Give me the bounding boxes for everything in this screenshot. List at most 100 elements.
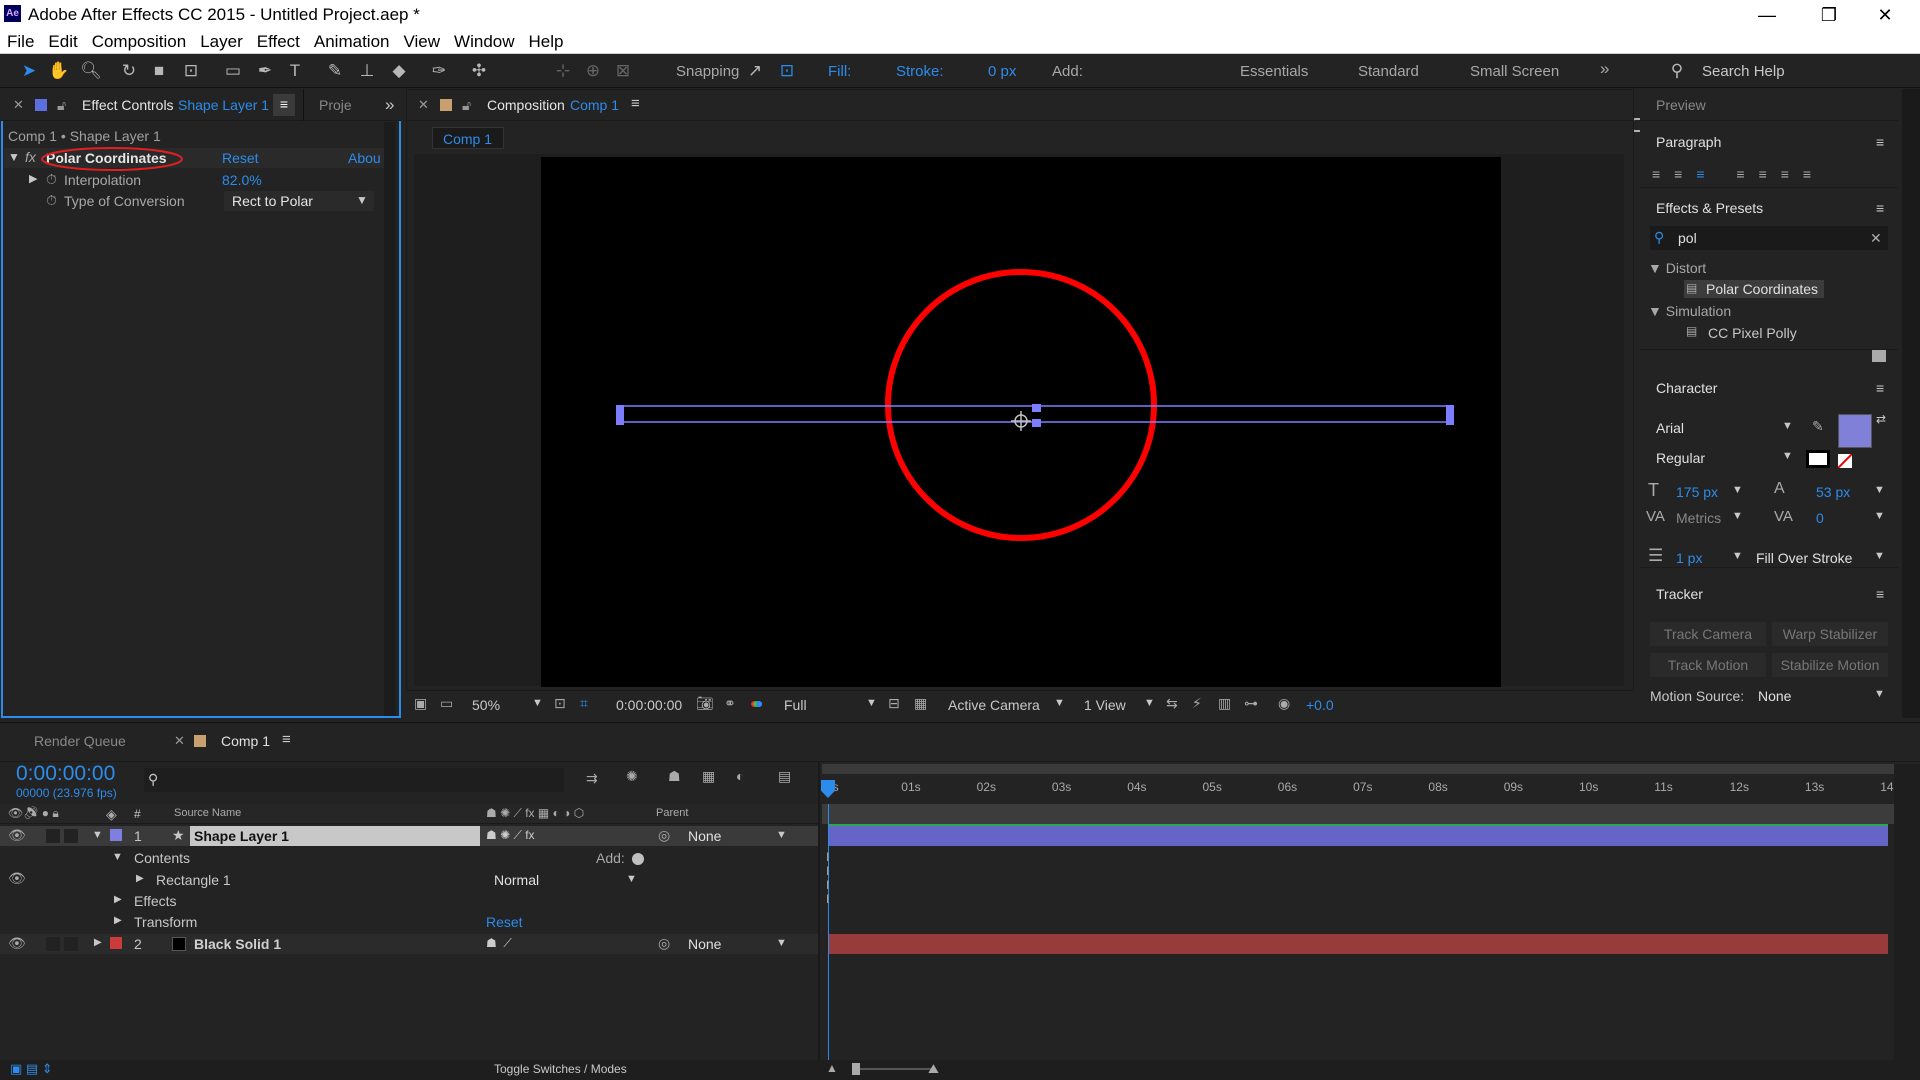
panel-menu-icon[interactable]: ≡ (273, 94, 295, 116)
puppet-pin-tool-icon[interactable]: ✣ (468, 60, 490, 82)
work-area-bar[interactable] (822, 764, 1894, 774)
rectangle-expand-arrow-icon[interactable]: ▶ (136, 873, 144, 884)
motion-source-value[interactable]: None (1758, 688, 1791, 704)
tracker-menu-icon[interactable]: ≡ (1876, 586, 1884, 602)
red-circle-shape[interactable] (885, 269, 1157, 541)
effect-reset-button[interactable]: Reset (222, 150, 259, 166)
workspace-more-icon[interactable]: » (1600, 59, 1609, 79)
camera-chevron-down-icon[interactable]: ▼ (1054, 697, 1065, 709)
new-folder-icon[interactable] (1872, 350, 1886, 362)
stroke-mode-value[interactable]: Fill Over Stroke (1756, 550, 1852, 566)
effect-controls-scrollbar[interactable] (384, 122, 396, 716)
anchor-point-icon[interactable] (1011, 411, 1031, 431)
path-handle-right[interactable] (1446, 405, 1454, 425)
comp-subtab[interactable]: Comp 1 (432, 127, 504, 149)
mask-visibility-icon[interactable]: ⌗ (580, 695, 588, 712)
layer-name-box[interactable]: Shape Layer 1 (190, 826, 480, 846)
effect-expand-arrow-icon[interactable]: ▼ (8, 150, 20, 164)
snap-extend-icon[interactable]: ↗ (744, 60, 766, 82)
zoom-slider-thumb[interactable] (852, 1063, 860, 1075)
world-axis-icon[interactable]: ⊕ (582, 60, 604, 82)
pickwhip-icon-2[interactable]: ◎ (658, 935, 670, 952)
project-tab[interactable]: Proje (319, 97, 352, 113)
timeline-menu-icon[interactable]: ≡ (282, 731, 291, 748)
stroke-size-value[interactable]: 1 px (1676, 550, 1702, 566)
show-snapshot-icon[interactable]: ⚭ (724, 695, 736, 712)
clone-stamp-tool-icon[interactable]: ⊥ (356, 60, 378, 82)
menu-animation[interactable]: Animation (307, 30, 397, 54)
zoom-slider-track[interactable] (852, 1068, 932, 1070)
stopwatch-icon-2[interactable]: ⏱︎ (46, 192, 57, 209)
effects-expand-arrow-icon[interactable]: ▶ (114, 894, 122, 905)
transparency-grid-icon[interactable]: ▦ (914, 695, 927, 712)
exposure-value[interactable]: +0.0 (1306, 697, 1334, 713)
search-icon[interactable]: ⚲ (1666, 60, 1688, 82)
hide-shy-layers-icon[interactable]: ☗ (668, 768, 681, 785)
selection-tool-icon[interactable]: ➤ (18, 60, 40, 82)
timeline-search-input[interactable]: ⚲ (144, 768, 564, 792)
contents-expand-arrow-icon[interactable]: ▼ (112, 851, 123, 863)
font-family-value[interactable]: Arial (1656, 420, 1684, 436)
layer-switches-toggle-icon[interactable]: ▣ ▤ ⇕ (10, 1061, 53, 1077)
font-style-value[interactable]: Regular (1656, 450, 1705, 466)
path-handle-center-bottom[interactable] (1032, 419, 1041, 427)
close-timeline-tab-icon[interactable]: ✕ (174, 733, 185, 749)
timeline-timecode[interactable]: 0:00:00:00 (16, 762, 115, 786)
av-features-icons[interactable]: 👁︎🔊︎ ● 🔒︎ (8, 806, 59, 821)
preview-panel-header[interactable]: Preview (1640, 89, 1898, 121)
layer-2-parent[interactable]: None (688, 936, 721, 952)
warp-stabilizer-button[interactable]: Warp Stabilizer (1772, 622, 1888, 646)
switches-column-icons[interactable]: ☗ ✺ ⟋ fx ▦ ◐ ◑ ⬡ (486, 806, 584, 821)
effects-search-input[interactable]: ⚲ pol ✕ (1650, 226, 1888, 250)
panel-more-icon[interactable]: » (385, 95, 394, 115)
menu-file[interactable]: File (0, 30, 41, 54)
reset-exposure-icon[interactable]: ◉ (1278, 695, 1290, 712)
blend-mode-value[interactable]: Normal (494, 872, 539, 888)
font-size-value[interactable]: 175 px (1676, 484, 1718, 500)
time-navigator[interactable] (822, 804, 1894, 824)
layer-2-expand-arrow-icon[interactable]: ▶ (94, 937, 102, 948)
composition-tab[interactable]: Composition (487, 97, 565, 113)
timeline-right-scroll[interactable] (1894, 764, 1920, 1060)
rotate-tool-icon[interactable]: ↻ (118, 60, 140, 82)
layer-row-2[interactable]: 👁︎ ▶ 2 Black Solid 1 ☗ ⟋ ◎ None ▼ (0, 934, 818, 954)
menu-window[interactable]: Window (447, 30, 521, 54)
effect-about-button[interactable]: Abou (348, 150, 381, 166)
graph-editor-icon[interactable]: ▤ (778, 768, 791, 785)
font-style-chevron-down-icon[interactable]: ▼ (1782, 450, 1793, 462)
paragraph-align-buttons[interactable]: ≡≡≡ ≡≡≡≡ (1652, 166, 1825, 182)
rectangle-visibility-icon[interactable]: 👁︎ (8, 870, 26, 887)
monitor-icon[interactable]: ▭ (440, 695, 453, 712)
tracking-value[interactable]: 0 (1816, 510, 1824, 526)
parent-1-chevron-down-icon[interactable]: ▼ (776, 829, 787, 841)
channel-rgb-icon[interactable]: ●●● (750, 695, 763, 711)
menu-effect[interactable]: Effect (250, 30, 307, 54)
type-tool-icon[interactable]: T (284, 60, 306, 82)
pickwhip-icon[interactable]: ◎ (658, 827, 670, 844)
pen-tool-icon[interactable]: ✒ (254, 60, 276, 82)
font-size-chevron-down-icon[interactable]: ▼ (1732, 484, 1743, 496)
minimize-button[interactable]: — (1744, 2, 1790, 28)
lock-toggle-2[interactable] (64, 937, 78, 951)
safe-zones-icon[interactable]: ⊡ (554, 695, 566, 712)
roto-brush-tool-icon[interactable]: ✑ (428, 60, 450, 82)
param-expand-arrow-icon[interactable]: ▶ (29, 172, 37, 185)
close-comp-tab-icon[interactable]: ✕ (418, 97, 429, 113)
menu-view[interactable]: View (397, 30, 448, 54)
composition-tab-name[interactable]: Comp 1 (570, 97, 619, 113)
layer-2-switches[interactable]: ☗ ⟋ (486, 936, 512, 951)
conversion-dropdown[interactable]: Rect to Polar ▼ (224, 191, 374, 211)
zoom-in-icon[interactable]: ⛰︎ (928, 1061, 939, 1077)
clear-search-icon[interactable]: ✕ (1870, 230, 1882, 247)
snap-grid-icon[interactable]: ⊡ (776, 60, 798, 82)
menu-layer[interactable]: Layer (193, 30, 250, 54)
parent-2-chevron-down-icon[interactable]: ▼ (776, 937, 787, 949)
workspace-essentials[interactable]: Essentials (1240, 63, 1308, 80)
zoom-out-icon[interactable]: ▲ (826, 1061, 838, 1075)
rectangle-tool-icon[interactable]: ▭ (222, 60, 244, 82)
snapshot-icon[interactable]: 📷︎ (696, 695, 714, 712)
track-camera-button[interactable]: Track Camera (1650, 622, 1766, 646)
brush-tool-icon[interactable]: ✎ (324, 60, 346, 82)
search-help-field[interactable]: Search Help (1702, 63, 1785, 80)
region-of-interest-icon[interactable]: ⊟ (888, 695, 900, 712)
